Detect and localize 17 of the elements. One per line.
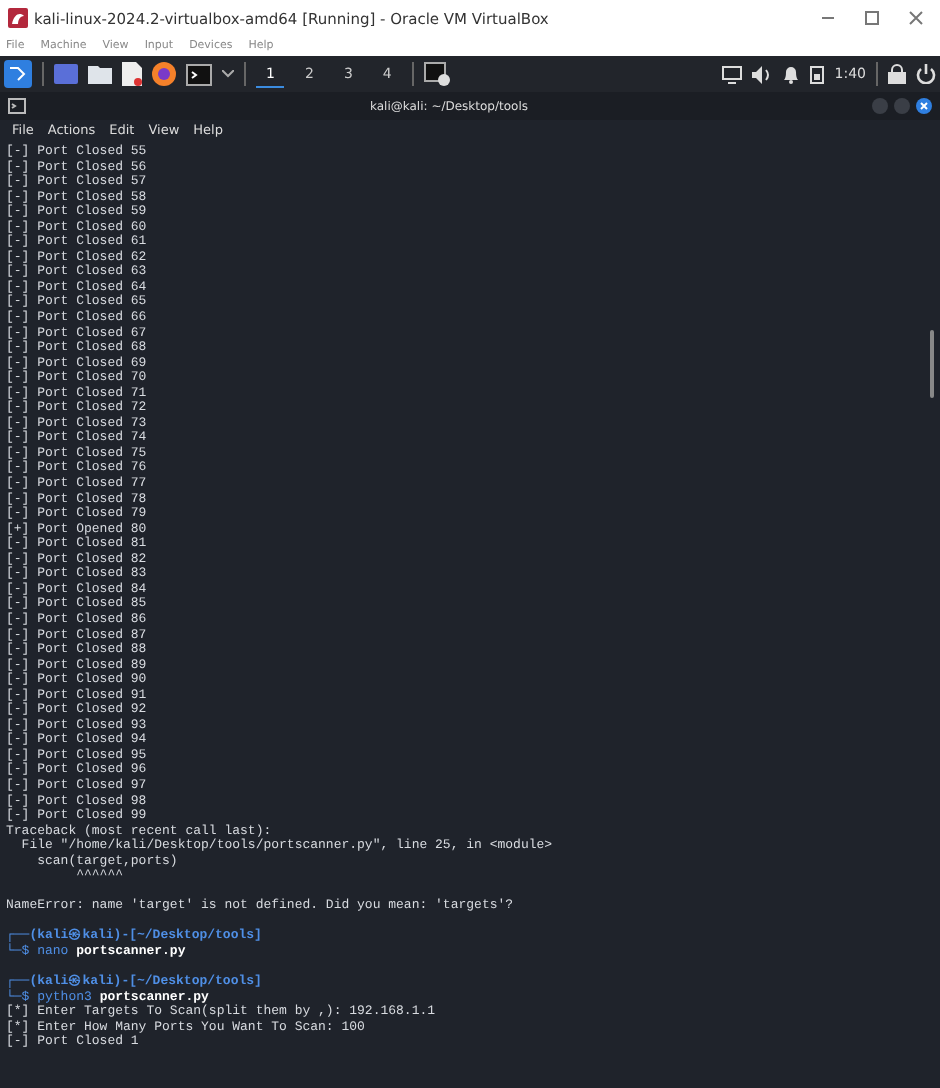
close-icon[interactable] bbox=[916, 98, 932, 114]
bell-icon[interactable] bbox=[782, 64, 801, 84]
power-icon[interactable] bbox=[916, 64, 936, 84]
text-editor-icon[interactable] bbox=[122, 62, 142, 86]
battery-icon[interactable] bbox=[810, 64, 825, 84]
app-logo-icon bbox=[8, 8, 28, 28]
terminal-icon[interactable] bbox=[186, 63, 212, 85]
terminal-task-icon[interactable] bbox=[423, 62, 450, 86]
caret-icon[interactable] bbox=[222, 70, 234, 78]
lock-icon[interactable] bbox=[888, 64, 906, 84]
kali-menu-icon[interactable] bbox=[4, 60, 32, 88]
maximize-icon[interactable] bbox=[864, 10, 880, 26]
speaker-icon[interactable] bbox=[752, 65, 773, 83]
terminal-icon bbox=[8, 98, 26, 114]
scrollbar-thumb[interactable] bbox=[930, 330, 934, 398]
monitor-icon[interactable] bbox=[722, 65, 743, 83]
folder-icon[interactable] bbox=[88, 64, 112, 84]
